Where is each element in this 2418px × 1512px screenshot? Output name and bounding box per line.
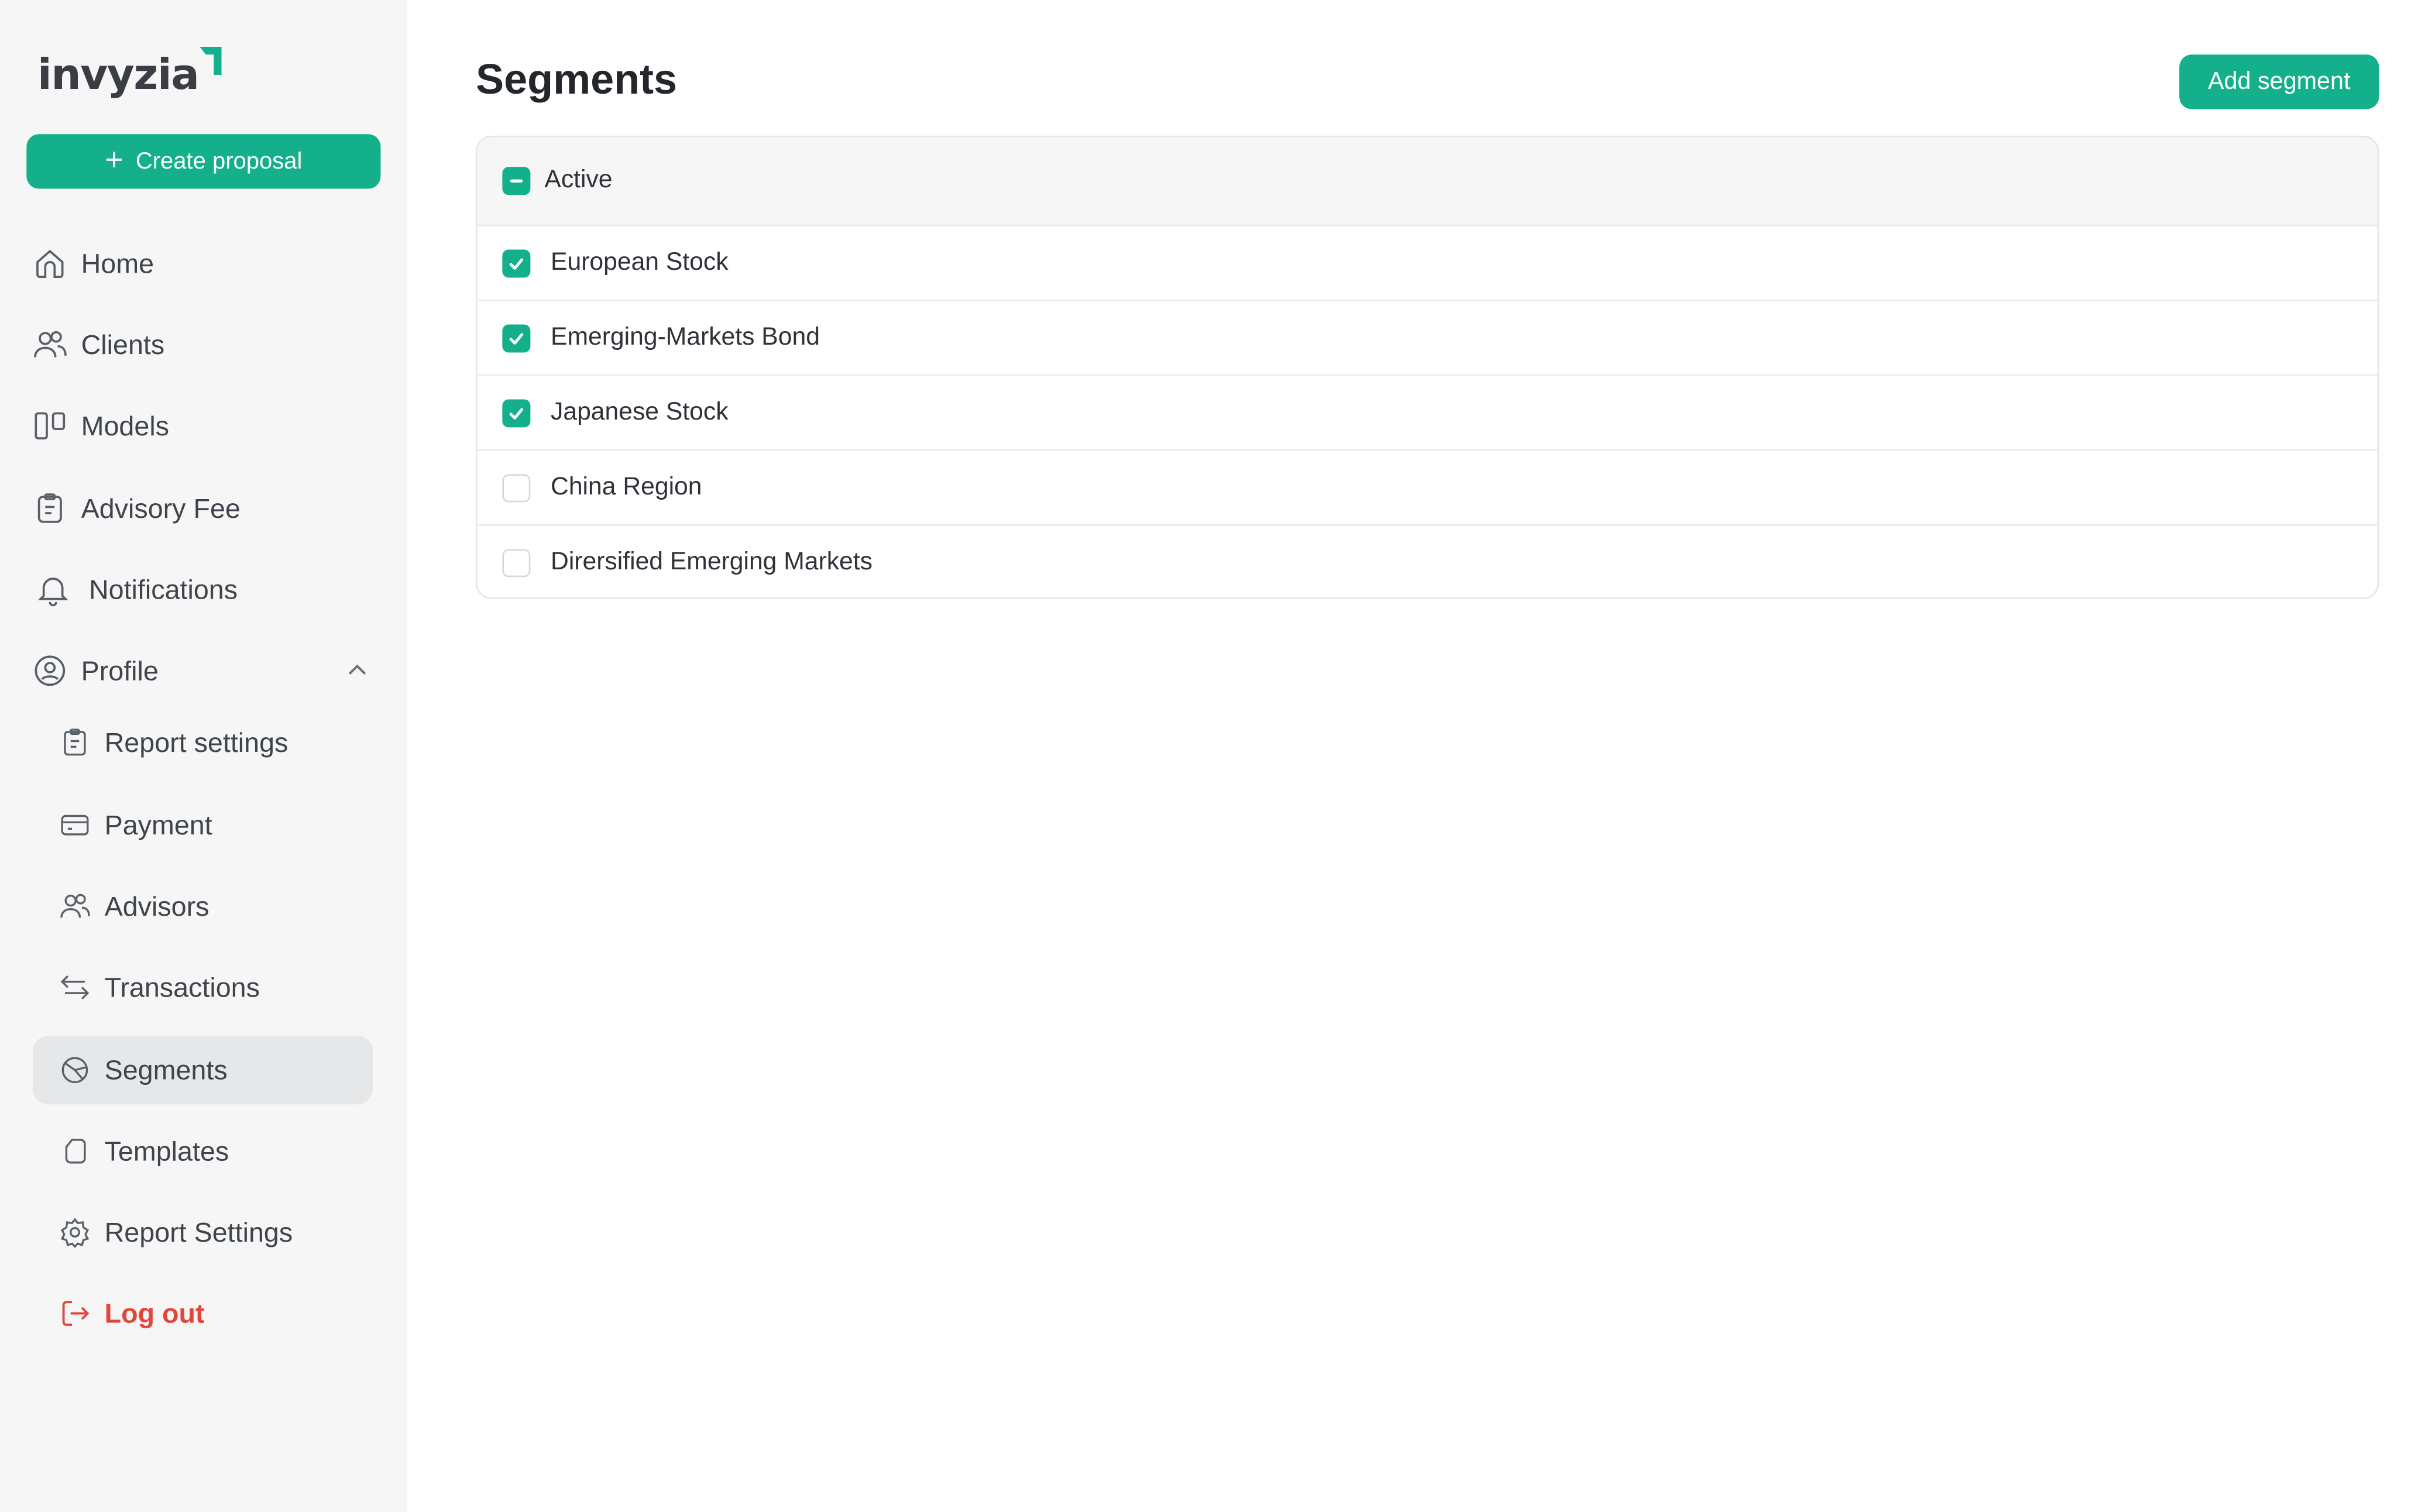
logo-mark-icon	[200, 46, 222, 75]
sidebar-item-notifications[interactable]: Notifications	[33, 555, 373, 624]
checkbox-checked[interactable]	[502, 324, 531, 352]
segment-label: Japanese Stock	[551, 398, 729, 425]
sidebar-item-label: Payment	[104, 809, 212, 840]
arrows-swap-icon	[58, 970, 92, 1005]
sidebar: invyzia + Create proposal Home Clients M…	[0, 0, 407, 1512]
list-item[interactable]: Japanese Stock	[477, 374, 2378, 449]
group-label: Active	[544, 167, 613, 194]
plus-icon: +	[105, 142, 123, 177]
user-circle-icon	[33, 654, 67, 688]
list-item[interactable]: Dirersified Emerging Markets	[477, 524, 2378, 597]
checkbox-unchecked[interactable]	[502, 548, 531, 577]
sidebar-item-label: Transactions	[104, 971, 260, 1002]
segments-panel: Active European Stock Emerging-Markets B…	[476, 135, 2379, 599]
logo[interactable]: invyzia	[37, 37, 222, 97]
segment-label: Dirersified Emerging Markets	[551, 548, 873, 575]
sidebar-item-clients[interactable]: Clients	[33, 310, 373, 379]
logout-label: Log out	[104, 1297, 205, 1328]
segment-label: China Region	[551, 473, 702, 500]
sidebar-item-report-settings[interactable]: Report settings	[33, 708, 373, 776]
sidebar-item-profile[interactable]: Profile	[33, 637, 373, 705]
bell-icon	[36, 572, 70, 607]
sidebar-item-transactions[interactable]: Transactions	[33, 953, 373, 1022]
sidebar-item-models[interactable]: Models	[33, 391, 373, 460]
indeterminate-checkbox[interactable]	[502, 167, 531, 195]
page-title: Segments	[476, 56, 678, 103]
logout-button[interactable]: Log out	[33, 1279, 373, 1348]
pie-chart-icon	[58, 1053, 92, 1087]
sidebar-item-label: Advisors	[104, 889, 209, 922]
create-proposal-button[interactable]: + Create proposal	[26, 134, 381, 189]
sidebar-item-label: Advisory Fee	[81, 492, 241, 524]
group-header: Active	[477, 137, 2378, 225]
sidebar-item-payment[interactable]: Payment	[33, 791, 373, 860]
home-icon	[33, 246, 67, 281]
list-item[interactable]: Emerging-Markets Bond	[477, 299, 2378, 374]
credit-card-icon	[58, 808, 92, 843]
sidebar-item-segments[interactable]: Segments	[32, 1036, 373, 1105]
columns-icon	[33, 408, 67, 443]
logout-icon	[58, 1296, 92, 1331]
logo-text: invyzia	[37, 51, 200, 100]
gear-icon	[58, 1215, 92, 1250]
list-item[interactable]: European Stock	[477, 224, 2378, 300]
sidebar-item-label: Home	[81, 247, 154, 279]
sidebar-item-label: Templates	[104, 1135, 229, 1166]
users-icon	[33, 328, 67, 362]
sidebar-item-advisors[interactable]: Advisors	[33, 872, 373, 940]
sidebar-item-label: Profile	[81, 654, 159, 686]
sidebar-item-label: Clients	[81, 328, 165, 360]
list-item[interactable]: China Region	[477, 449, 2378, 524]
add-segment-button[interactable]: Add segment	[2179, 54, 2379, 109]
sidebar-item-advisory-fee[interactable]: Advisory Fee	[33, 474, 373, 542]
checkbox-checked[interactable]	[502, 398, 531, 427]
sidebar-item-label: Report Settings	[104, 1215, 293, 1248]
checkbox-checked[interactable]	[502, 249, 531, 277]
clipboard-icon	[58, 726, 92, 760]
sidebar-item-home[interactable]: Home	[33, 229, 373, 298]
sidebar-item-label: Notifications	[88, 573, 238, 604]
users-icon	[58, 889, 92, 924]
create-proposal-label: Create proposal	[135, 148, 303, 175]
sidebar-item-label: Report settings	[104, 726, 288, 758]
segment-label: Emerging-Markets Bond	[551, 324, 820, 350]
sidebar-item-templates[interactable]: Templates	[33, 1117, 373, 1185]
clipboard-icon	[33, 492, 67, 526]
sidebar-item-label: Models	[81, 409, 170, 441]
sidebar-item-label: Segments	[104, 1053, 228, 1085]
chevron-up-icon[interactable]	[345, 657, 370, 689]
checkbox-unchecked[interactable]	[502, 473, 531, 502]
sidebar-item-report-settings-2[interactable]: Report Settings	[33, 1198, 373, 1266]
document-icon	[58, 1134, 92, 1169]
segment-label: European Stock	[551, 249, 729, 276]
